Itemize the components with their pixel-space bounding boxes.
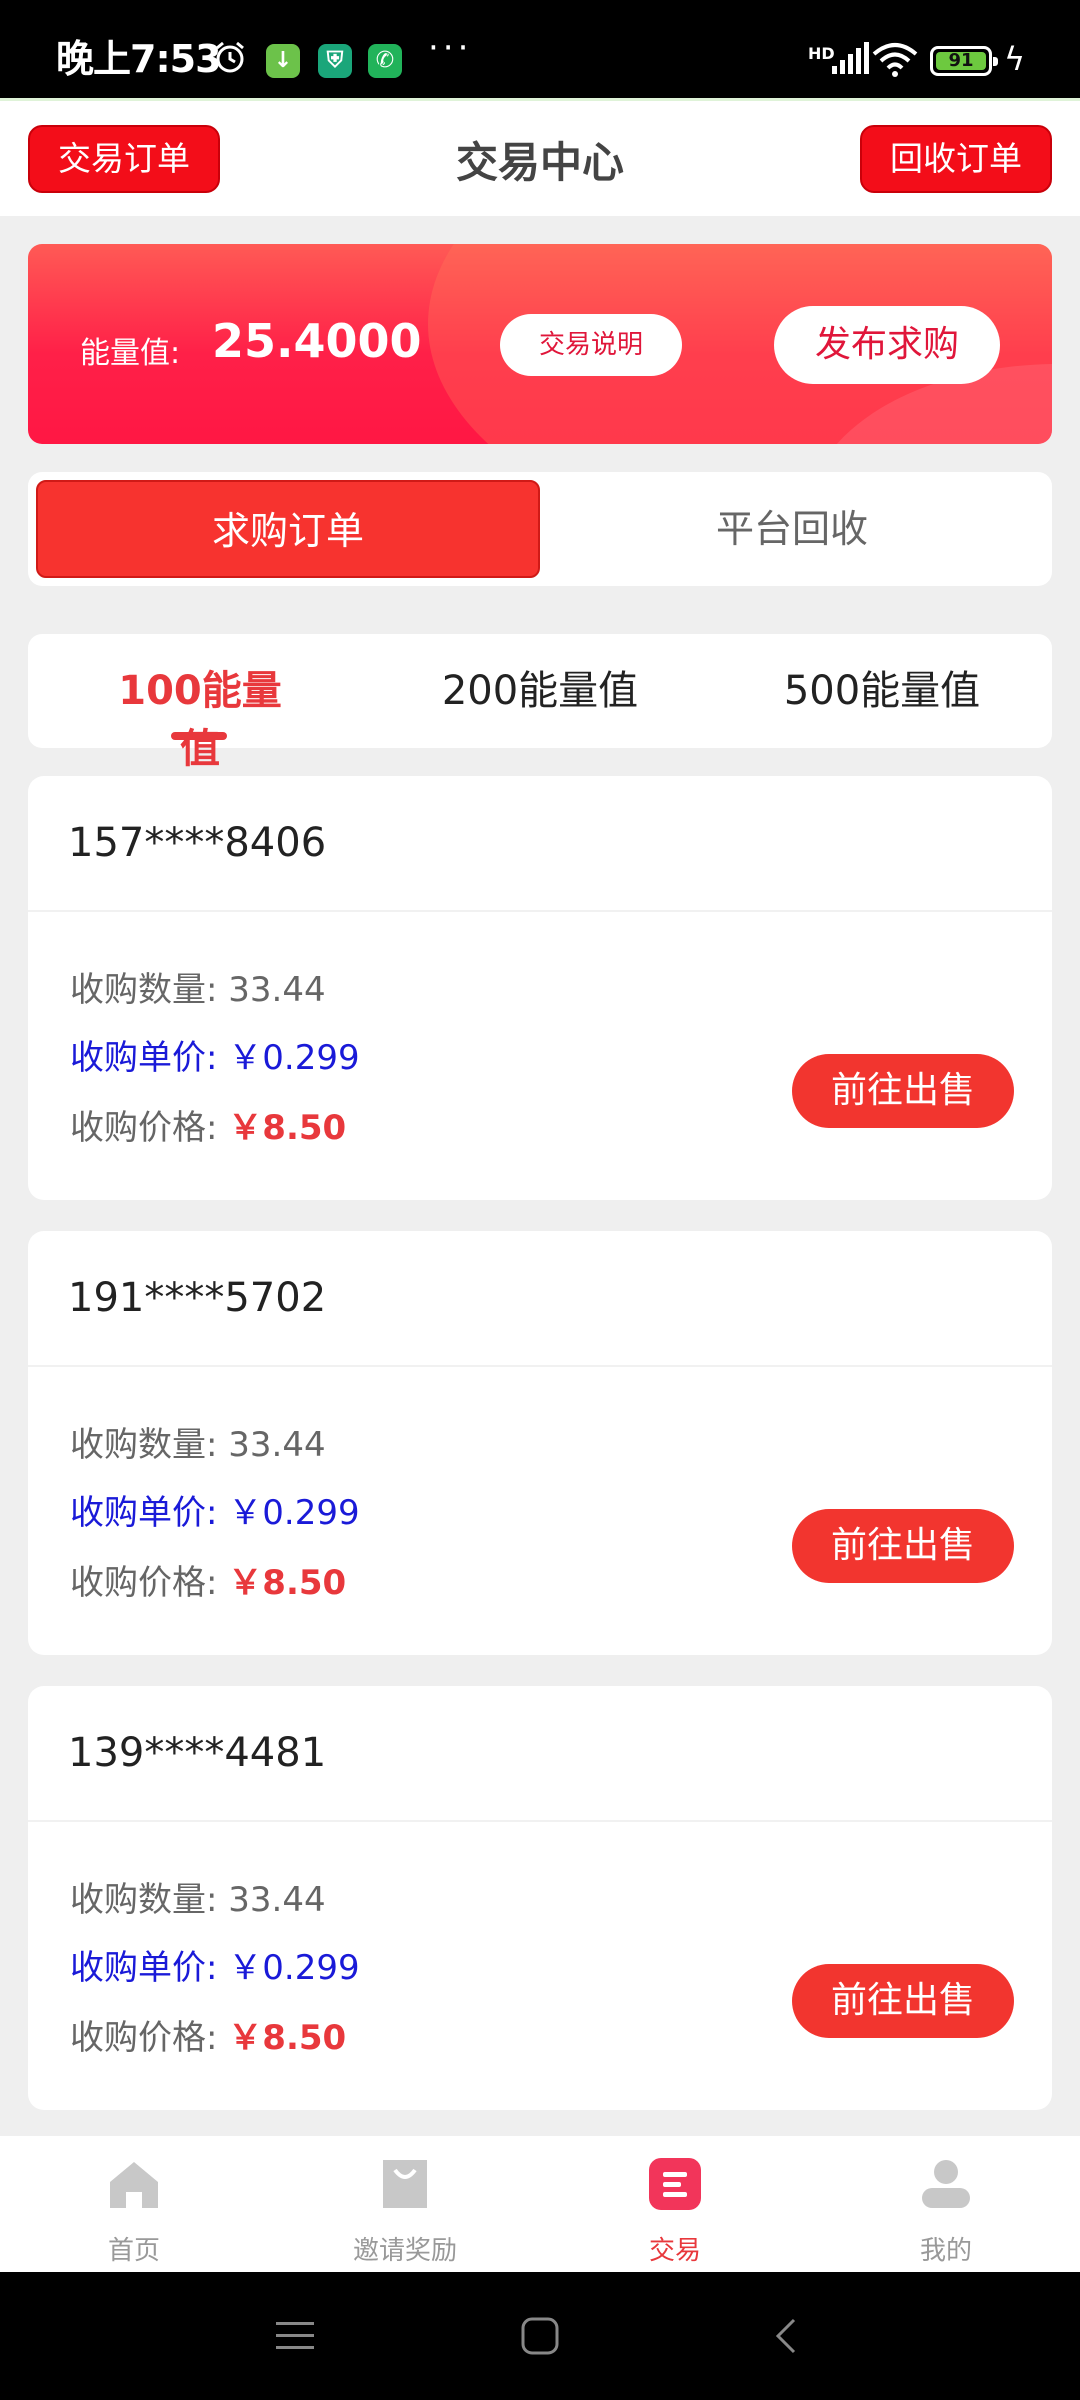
nav-mine[interactable]: 我的	[856, 2156, 1036, 2267]
phone-app-icon: ✆	[368, 44, 402, 78]
go-sell-button[interactable]: 前往出售	[792, 1509, 1014, 1583]
purchase-price: 收购价格: ￥8.50	[70, 1100, 346, 1149]
purchase-unit-price: 收购单价: ￥0.299	[70, 1485, 360, 1534]
active-tab-indicator	[171, 732, 227, 740]
nav-trade[interactable]: 交易	[585, 2156, 765, 2267]
nav-label: 我的	[919, 2236, 972, 2266]
order-card: 191****5702 收购数量: 33.44 收购单价: ￥0.299 收购价…	[28, 1231, 1052, 1655]
publish-purchase-button[interactable]: 发布求购	[774, 306, 1000, 384]
unit-price-label: 收购单价:	[70, 1493, 218, 1533]
buyer-phone: 191****5702	[68, 1275, 327, 1321]
nav-invite-rewards[interactable]: 邀请奖励	[315, 2156, 495, 2267]
order-type-segment: 求购订单 平台回收	[28, 472, 1052, 586]
quantity-value: 33.44	[228, 1425, 326, 1465]
alarm-icon	[216, 41, 244, 73]
unit-price-value: ￥0.299	[228, 1948, 360, 1988]
user-icon	[922, 2160, 970, 2208]
quantity-value: 33.44	[228, 970, 326, 1010]
signal-icon	[832, 42, 869, 74]
charging-icon: ϟ	[1004, 40, 1026, 78]
purchase-unit-price: 收购单价: ￥0.299	[70, 1940, 360, 1989]
quantity-value: 33.44	[228, 1880, 326, 1920]
trade-explain-button[interactable]: 交易说明	[500, 314, 682, 376]
card-divider	[28, 910, 1052, 912]
recycle-orders-button[interactable]: 回收订单	[860, 125, 1052, 193]
segment-platform-recycle[interactable]: 平台回收	[540, 480, 1044, 578]
nav-home[interactable]: 首页	[44, 2156, 224, 2267]
energy-banner: 能量值: 25.4000 交易说明 发布求购	[28, 244, 1052, 444]
energy-value: 25.4000	[212, 314, 422, 368]
price-label: 收购价格:	[70, 1563, 218, 1603]
shield-app-icon: ⛨	[318, 44, 352, 78]
quantity-label: 收购数量:	[70, 970, 218, 1010]
bottom-nav: 首页 邀请奖励 交易 我的	[0, 2136, 1080, 2272]
header-bar: 交易订单 交易中心 回收订单	[0, 98, 1080, 216]
buyer-phone: 157****8406	[68, 820, 327, 866]
price-value: ￥8.50	[228, 1108, 347, 1148]
price-label: 收购价格:	[70, 2018, 218, 2058]
purchase-price: 收购价格: ￥8.50	[70, 2010, 346, 2059]
home-square-icon[interactable]	[520, 2316, 560, 2356]
order-card: 157****8406 收购数量: 33.44 收购单价: ￥0.299 收购价…	[28, 776, 1052, 1200]
go-sell-button[interactable]: 前往出售	[792, 1964, 1014, 2038]
price-value: ￥8.50	[228, 2018, 347, 2058]
unit-price-label: 收购单价:	[70, 1038, 218, 1078]
order-card: 139****4481 收购数量: 33.44 收购单价: ￥0.299 收购价…	[28, 1686, 1052, 2110]
price-value: ￥8.50	[228, 1563, 347, 1603]
purchase-unit-price: 收购单价: ￥0.299	[70, 1030, 360, 1079]
unit-price-value: ￥0.299	[228, 1038, 360, 1078]
purchase-quantity: 收购数量: 33.44	[70, 1872, 326, 1921]
download-app-icon: ↓	[266, 44, 300, 78]
more-notifications-icon: ···	[428, 28, 473, 68]
nav-label: 首页	[107, 2236, 160, 2266]
unit-price-label: 收购单价:	[70, 1948, 218, 1988]
nav-label: 邀请奖励	[352, 2236, 457, 2266]
tab-100-energy[interactable]: 100能量值	[100, 658, 300, 774]
status-time: 晚上7:53	[56, 37, 222, 81]
wifi-icon	[872, 43, 918, 77]
quantity-label: 收购数量:	[70, 1425, 218, 1465]
home-icon	[110, 2162, 158, 2208]
bag-icon	[383, 2160, 427, 2208]
buyer-phone: 139****4481	[68, 1730, 327, 1776]
go-sell-button[interactable]: 前往出售	[792, 1054, 1014, 1128]
trade-list-icon	[649, 2158, 701, 2210]
segment-purchase-orders[interactable]: 求购订单	[36, 480, 540, 578]
nav-label: 交易	[648, 2236, 701, 2266]
tab-200-energy[interactable]: 200能量值	[440, 658, 640, 716]
energy-tabs: 100能量值 200能量值 500能量值	[28, 634, 1052, 772]
quantity-label: 收购数量:	[70, 1880, 218, 1920]
battery-level: 91	[936, 52, 986, 70]
tab-500-energy[interactable]: 500能量值	[782, 658, 982, 716]
battery-icon: 91	[930, 46, 998, 76]
back-icon[interactable]	[770, 2316, 800, 2356]
unit-price-value: ￥0.299	[228, 1493, 360, 1533]
purchase-price: 收购价格: ￥8.50	[70, 1555, 346, 1604]
system-navigation-bar	[0, 2272, 1080, 2400]
card-divider	[28, 1820, 1052, 1822]
purchase-quantity: 收购数量: 33.44	[70, 962, 326, 1011]
purchase-quantity: 收购数量: 33.44	[70, 1417, 326, 1466]
menu-icon[interactable]	[274, 2316, 316, 2356]
card-divider	[28, 1365, 1052, 1367]
energy-label: 能量值:	[80, 336, 181, 371]
price-label: 收购价格:	[70, 1108, 218, 1148]
status-bar: 晚上7:53 ↓ ⛨ ✆ ··· HD 91 ϟ	[0, 0, 1080, 98]
